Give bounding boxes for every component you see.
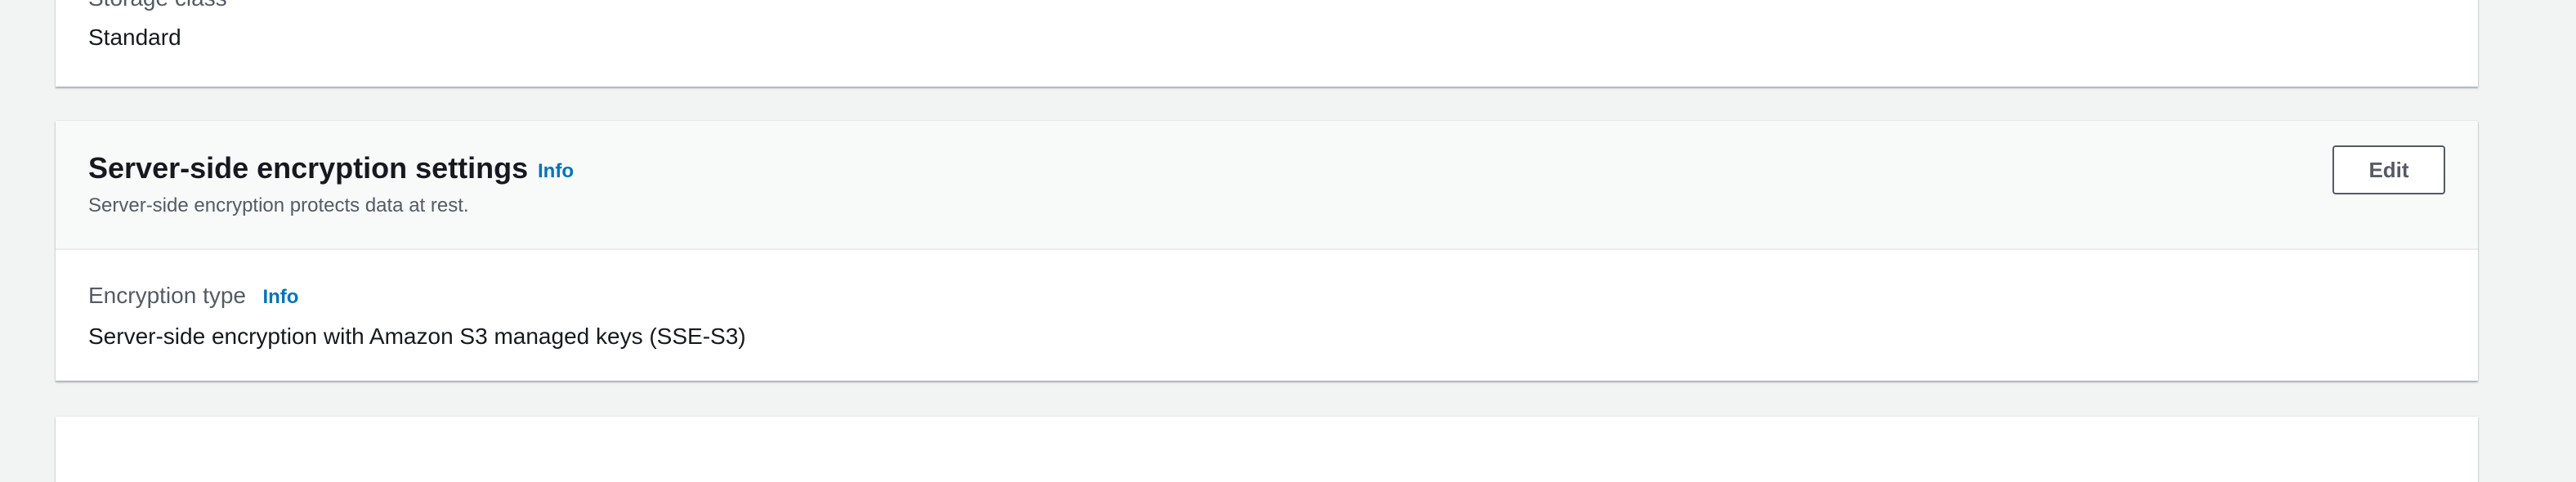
storage-class-panel: Storage class Standard bbox=[56, 0, 2478, 87]
encryption-panel-body: Encryption type Info Server-side encrypt… bbox=[56, 250, 2478, 381]
encryption-panel-header: Server-side encryption settings Info Ser… bbox=[56, 121, 2478, 250]
encryption-settings-panel: Server-side encryption settings Info Ser… bbox=[56, 121, 2478, 381]
storage-class-value: Standard bbox=[88, 25, 181, 50]
panel-title: Server-side encryption settings bbox=[88, 151, 529, 185]
title-info-link[interactable]: Info bbox=[538, 158, 574, 185]
encryption-type-label-row: Encryption type Info bbox=[88, 281, 298, 315]
next-panel bbox=[56, 417, 2478, 482]
storage-class-label: Storage class bbox=[88, 0, 227, 10]
edit-button[interactable]: Edit bbox=[2332, 145, 2445, 194]
encryption-type-label: Encryption type bbox=[88, 283, 246, 308]
encryption-type-value: Server-side encryption with Amazon S3 ma… bbox=[88, 324, 746, 349]
encryption-type-info-link[interactable]: Info bbox=[262, 286, 298, 308]
panel-description: Server-side encryption protects data at … bbox=[88, 194, 469, 216]
